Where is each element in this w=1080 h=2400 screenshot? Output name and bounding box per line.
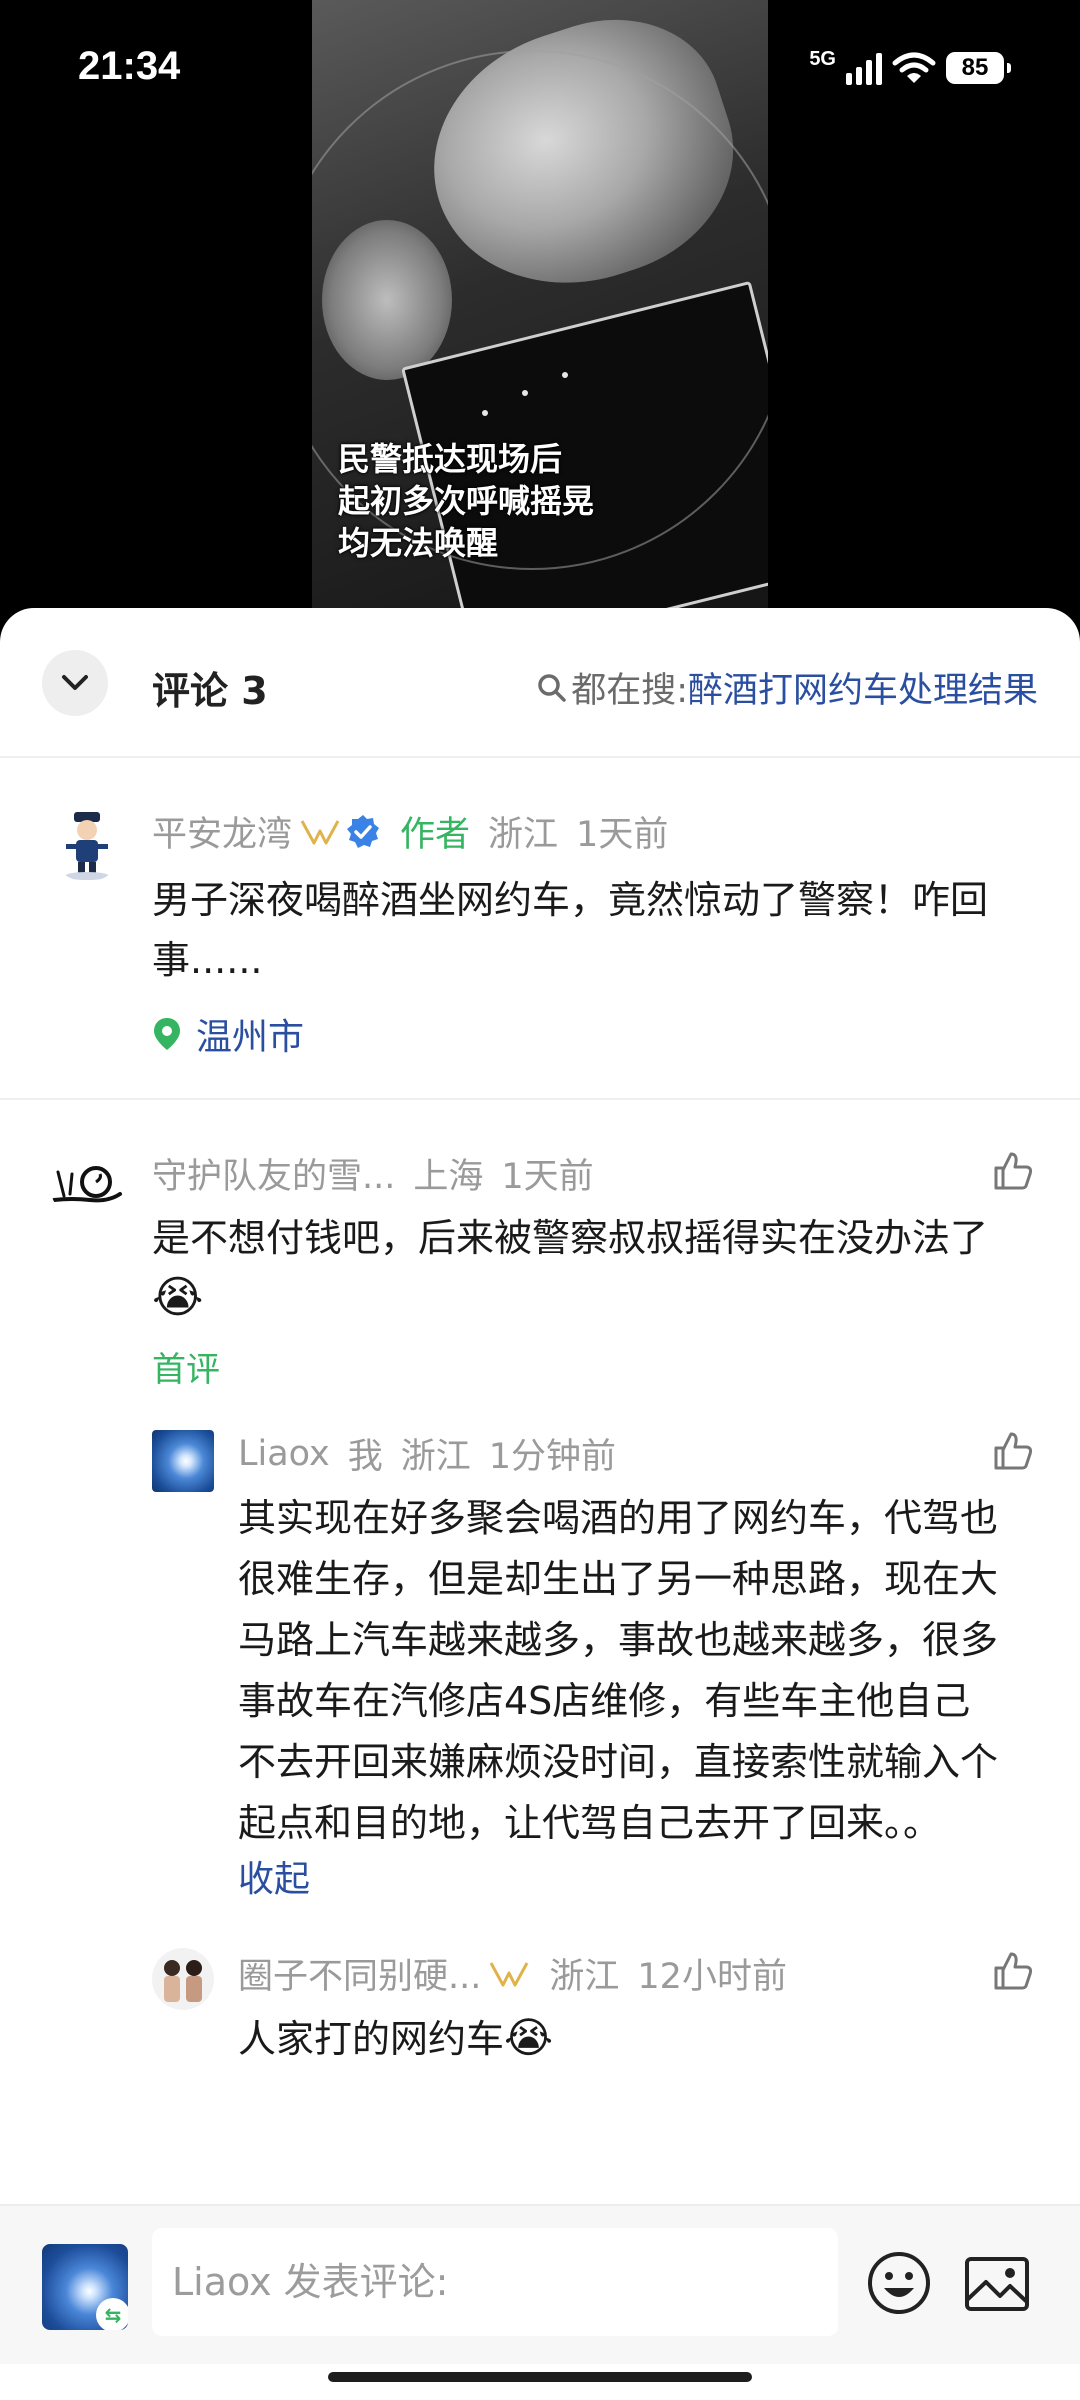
comment-count-title: 评论 3 (152, 669, 268, 713)
location-tag[interactable]: 温州市 (152, 1008, 304, 1060)
image-icon[interactable] (964, 2254, 1030, 2314)
thumbs-up-icon[interactable] (990, 1148, 1036, 1194)
status-time: 21:34 (78, 44, 181, 88)
reply-meta: 圈子不同别硬... 浙江 12小时前 (238, 1948, 787, 1999)
timestamp: 1分钟前 (488, 1437, 617, 1477)
post-text: 男子深夜喝醉酒坐网约车，竟然惊动了警察！咋回事...... (152, 878, 989, 982)
reply-text: 人家打的网约车😭 (238, 2008, 1048, 2069)
switch-account-icon[interactable]: ⇆ (96, 2298, 128, 2330)
author-post: 平安龙湾 作者 浙江 1天前 男子深夜喝醉酒坐网约车，竟然惊动了警察！咋回事..… (0, 758, 1080, 1100)
location-pin-icon (154, 1018, 180, 1050)
region: 浙江 (400, 1437, 471, 1477)
comment-text: 是不想付钱吧，后来被警察叔叔摇得实在没办法了 😭 (152, 1208, 1042, 1329)
comment-text-content: 是不想付钱吧，后来被警察叔叔摇得实在没办法了 (152, 1216, 989, 1260)
video-light-dot (562, 372, 568, 378)
thumbs-up-icon[interactable] (990, 1948, 1036, 1994)
search-icon (538, 673, 566, 702)
comment-input-bar: ⇆ (0, 2204, 1080, 2364)
author-tag: 作者 (400, 815, 471, 855)
verified-icon (347, 814, 380, 848)
reply-text-line: 事故车在汽修店4S店维修，有些车主他自己 (238, 1679, 971, 1723)
username[interactable]: 圈子不同别硬... (238, 1948, 481, 1999)
username[interactable]: 平安龙湾 (152, 806, 292, 857)
emoji-icon[interactable] (866, 2250, 932, 2316)
snail-icon (52, 1166, 122, 1203)
region: 浙江 (488, 815, 559, 855)
crying-laughing-emoji: 😭 (152, 1272, 204, 1323)
video-caption-line: 民警抵达现场后 (338, 440, 563, 478)
medal-badge-icon (490, 1961, 529, 1986)
avatar[interactable] (50, 1148, 124, 1222)
wifi-icon (892, 52, 936, 83)
search-prefix: 都在搜: (571, 671, 688, 711)
search-term-link[interactable]: 醉酒打网约车处理结果 (688, 662, 1038, 713)
reply-text-line: 不去开回来嫌麻烦没时间，直接索性就输入个 (238, 1740, 999, 1784)
author-meta: 平安龙湾 作者 浙江 1天前 (152, 806, 668, 857)
status-icons: 5G 85 (809, 46, 1011, 90)
timestamp: 1天前 (501, 1157, 594, 1197)
video-caption-line: 起初多次呼喊摇晃 (338, 482, 595, 520)
comment-sheet-header: 评论 3 都在搜: 醉酒打网约车处理结果 (0, 608, 1080, 758)
police-cartoon-icon (65, 812, 109, 880)
region: 上海 (413, 1157, 484, 1197)
reply-text: 其实现在好多聚会喝酒的用了网约车，代驾也 很难生存，但是却生出了另一种思路，现在… (238, 1488, 1048, 1854)
battery-level: 85 (961, 54, 989, 81)
username[interactable]: 守护队友的雪... (152, 1148, 395, 1199)
location-name: 温州市 (196, 1017, 305, 1058)
video-light-dot (522, 390, 528, 396)
thumbs-up-icon[interactable] (990, 1428, 1036, 1474)
signal-icon (846, 51, 882, 85)
battery-icon: 85 (946, 52, 1011, 84)
video-caption: 民警抵达现场后 起初多次呼喊摇晃 均无法唤醒 (338, 438, 638, 564)
video-caption-line: 均无法唤醒 (338, 524, 499, 562)
home-indicator (328, 2372, 752, 2382)
medal-badge-icon (300, 819, 340, 844)
region: 浙江 (549, 1957, 620, 1997)
reply-text-line: 马路上汽车越来越多，事故也越来越多，很多 (238, 1618, 999, 1662)
reply-text-content: 人家打的网约车 (238, 2017, 505, 2061)
avatar[interactable] (152, 1430, 214, 1492)
comment-input[interactable] (152, 2228, 838, 2336)
comment-sheet: 评论 3 都在搜: 醉酒打网约车处理结果 平安龙湾 作者 浙江 1天前 男子深夜… (0, 608, 1080, 2400)
reply-text-line: 很难生存，但是却生出了另一种思路，现在大 (238, 1557, 999, 1601)
reply-text-line: 其实现在好多聚会喝酒的用了网约车，代驾也 (238, 1496, 999, 1540)
collapse-sheet-button[interactable] (42, 650, 108, 716)
self-avatar[interactable]: ⇆ (42, 2244, 128, 2330)
me-tag: 我 (347, 1437, 383, 1477)
comment-meta: 守护队友的雪... 上海 1天前 (152, 1148, 594, 1199)
crying-laughing-emoji: 😭 (504, 2013, 554, 2062)
trending-search[interactable]: 都在搜: 醉酒打网约车处理结果 (537, 662, 1038, 713)
network-type: 5G (809, 47, 836, 70)
first-comment-badge: 首评 (152, 1350, 220, 1390)
timestamp: 1天前 (576, 815, 669, 855)
reply-meta: Liaox 我 浙江 1分钟前 (238, 1428, 616, 1479)
video-light-dot (482, 410, 488, 416)
avatar[interactable] (50, 808, 124, 882)
timestamp: 12小时前 (637, 1957, 787, 1997)
collapse-reply-link[interactable]: 收起 (238, 1850, 310, 1902)
video-player[interactable]: 民警抵达现场后 起初多次呼喊摇晃 均无法唤醒 (0, 0, 1080, 640)
chevron-down-icon (62, 675, 88, 690)
reply-text-line: 起点和目的地，让代驾自己去开了回来。。 (238, 1801, 942, 1845)
people-photo-icon (164, 1960, 202, 2002)
username[interactable]: Liaox (238, 1434, 330, 1474)
avatar[interactable] (152, 1948, 214, 2010)
